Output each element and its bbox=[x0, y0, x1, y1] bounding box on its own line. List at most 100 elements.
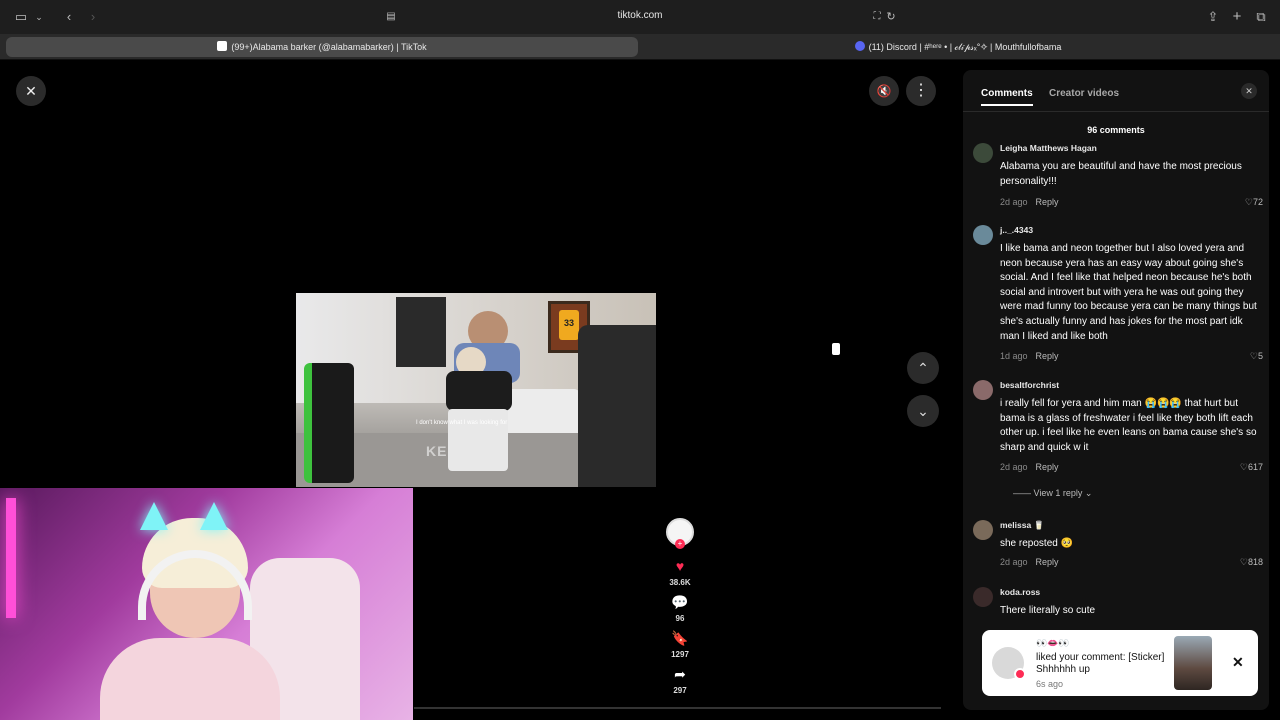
avatar[interactable] bbox=[973, 225, 993, 245]
close-video-button[interactable]: ✕ bbox=[16, 76, 46, 106]
comment-icon[interactable]: 💬 bbox=[664, 594, 696, 611]
tiktok-icon bbox=[217, 41, 228, 51]
url-text: tiktok.com bbox=[617, 10, 663, 21]
comment-username[interactable]: j.._.4343 bbox=[1000, 225, 1033, 235]
comment-like[interactable]: ♡72 bbox=[1245, 197, 1263, 208]
reply-button[interactable]: Reply bbox=[1036, 197, 1059, 207]
heart-outline-icon: ♡ bbox=[1239, 557, 1248, 567]
comment-like-count: 72 bbox=[1252, 197, 1263, 207]
mute-icon[interactable]: 🔇 bbox=[869, 76, 899, 106]
view-replies-label: View 1 reply bbox=[1033, 488, 1083, 498]
tab-overview-icon[interactable]: ⧉ bbox=[1252, 9, 1270, 25]
tab-title: (99+)Alabama barker (@alabamabarker) | T… bbox=[231, 42, 427, 52]
forward-icon[interactable]: › bbox=[84, 9, 102, 25]
chevron-down-icon[interactable]: ⌄ bbox=[30, 9, 48, 25]
notification-toast[interactable]: 👀👄👀 liked your comment: [Sticker] Shhhhh… bbox=[982, 630, 1258, 696]
previous-video-button[interactable]: ⌃ bbox=[907, 352, 939, 384]
sidebar-toggle-icon[interactable]: ▭ bbox=[12, 9, 30, 25]
person-two-body bbox=[446, 371, 512, 411]
new-tab-icon[interactable]: + bbox=[1228, 9, 1246, 25]
close-icon[interactable]: ✕ bbox=[1232, 654, 1244, 671]
heart-outline-icon: ♡ bbox=[1244, 197, 1253, 207]
comment-time: 1d ago bbox=[1000, 351, 1028, 361]
reply-button[interactable]: Reply bbox=[1036, 351, 1059, 361]
jersey-number: 33 bbox=[563, 318, 574, 328]
follow-plus-icon[interactable]: + bbox=[675, 539, 685, 549]
bookmark-icon[interactable]: 🔖 bbox=[664, 630, 696, 647]
comment-username[interactable]: besaltforchrist bbox=[1000, 380, 1059, 390]
comment-text: There literally so cute bbox=[1000, 605, 1096, 616]
comment-meta: 2d ago Reply bbox=[1000, 197, 1059, 207]
comment-username[interactable]: melissa 🥛 bbox=[1000, 520, 1044, 531]
notification-text: liked your comment: [Sticker] Shhhhhh up bbox=[1036, 652, 1165, 675]
close-panel-button[interactable]: ✕ bbox=[1241, 83, 1257, 99]
like-count: 38.6K bbox=[669, 578, 691, 587]
gaming-chair bbox=[304, 363, 354, 483]
comment-meta: 1d ago Reply bbox=[1000, 351, 1059, 361]
comment-username[interactable]: koda.ross bbox=[1000, 587, 1040, 597]
comment-count-heading: 96 comments bbox=[1087, 125, 1145, 135]
neon-light bbox=[6, 498, 16, 618]
notification-thumbnail bbox=[1174, 636, 1212, 690]
webcam-overlay bbox=[0, 488, 413, 720]
comment-like[interactable]: ♡818 bbox=[1240, 557, 1263, 568]
comment-meta: 2d ago Reply bbox=[1000, 462, 1059, 472]
mouse-cursor bbox=[832, 343, 840, 355]
tab-tiktok[interactable]: (99+)Alabama barker (@alabamabarker) | T… bbox=[6, 37, 638, 57]
tab-comments[interactable]: Comments bbox=[981, 88, 1033, 106]
next-video-button[interactable]: ⌄ bbox=[907, 395, 939, 427]
cat-ear-left bbox=[140, 502, 168, 530]
avatar[interactable] bbox=[973, 380, 993, 400]
comment-text: i really fell for yera and him man 😭😭😭 t… bbox=[1000, 398, 1257, 453]
notification-user-emoji: 👀👄👀 bbox=[1036, 638, 1070, 648]
tab-discord[interactable]: (11) Discord | #ʰᵉʳᵉ • | 𝒸𝓁𝒾𝓅𝓈ₓ°✧ | Mout… bbox=[642, 37, 1274, 57]
comment-time: 2d ago bbox=[1000, 197, 1028, 207]
address-bar[interactable]: ▤ tiktok.com ⛶ ↻ bbox=[380, 6, 900, 28]
video-shelf bbox=[396, 297, 446, 367]
video-caption: I don't know what I was looking for bbox=[416, 420, 508, 426]
avatar[interactable] bbox=[973, 143, 993, 163]
comment-meta: 2d ago Reply bbox=[1000, 557, 1059, 567]
reply-button[interactable]: Reply bbox=[1036, 557, 1059, 567]
cat-ear-right bbox=[200, 502, 228, 530]
more-options-icon[interactable]: ⋮ bbox=[906, 76, 936, 106]
comment-time: 2d ago bbox=[1000, 557, 1028, 567]
comment-like[interactable]: ♡617 bbox=[1240, 462, 1263, 473]
comment-time: 2d ago bbox=[1000, 462, 1028, 472]
gaming-chair-right bbox=[578, 325, 656, 487]
comment-like-count: 617 bbox=[1247, 462, 1263, 472]
discord-icon bbox=[854, 41, 865, 51]
heart-outline-icon: ♡ bbox=[1239, 462, 1248, 472]
back-icon[interactable]: ‹ bbox=[60, 9, 78, 25]
comment-like-count: 818 bbox=[1247, 557, 1263, 567]
comment-username[interactable]: Leigha Matthews Hagan bbox=[1000, 143, 1097, 153]
comment-count: 96 bbox=[675, 614, 685, 623]
view-replies-button[interactable]: —— View 1 reply ⌄ bbox=[1013, 488, 1092, 499]
heart-icon[interactable]: ♥ bbox=[664, 558, 696, 574]
comment-text: Alabama you are beautiful and have the m… bbox=[1000, 161, 1242, 187]
tab-creator-videos[interactable]: Creator videos bbox=[1049, 88, 1119, 99]
chevron-down-icon: ⌄ bbox=[1084, 488, 1093, 498]
reply-button[interactable]: Reply bbox=[1036, 462, 1059, 472]
jersey: 33 bbox=[559, 310, 579, 340]
video-player[interactable]: 33 KEEP OFF I don't know what I was look… bbox=[296, 293, 656, 487]
comment-text: I like bama and neon together but I also… bbox=[1000, 243, 1257, 342]
reload-icon[interactable]: ↻ bbox=[882, 9, 900, 25]
comment-like[interactable]: ♡5 bbox=[1250, 351, 1263, 362]
video-progress-bar[interactable] bbox=[414, 707, 941, 709]
avatar[interactable] bbox=[973, 520, 993, 540]
save-count: 1297 bbox=[671, 650, 689, 659]
streamer-body bbox=[100, 638, 280, 720]
share-arrow-icon[interactable]: ➦ bbox=[664, 666, 696, 683]
tab-bar: (99+)Alabama barker (@alabamabarker) | T… bbox=[0, 34, 1280, 60]
avatar[interactable] bbox=[973, 587, 993, 607]
share-icon[interactable]: ⇪ bbox=[1204, 9, 1222, 25]
heart-outline-icon: ♡ bbox=[1249, 351, 1258, 361]
person-two-legs bbox=[448, 409, 508, 471]
tab-title: (11) Discord | #ʰᵉʳᵉ • | 𝒸𝓁𝒾𝓅𝓈ₓ°✧ | Mout… bbox=[868, 42, 1062, 52]
browser-toolbar: ▭ ⌄ ‹ › ▤ tiktok.com ⛶ ↻ ⇪ + ⧉ bbox=[0, 0, 1280, 34]
comments-panel: Comments Creator videos ✕ 96 comments Le… bbox=[963, 70, 1269, 710]
notification-time: 6s ago bbox=[1036, 679, 1064, 689]
comment-like-count: 5 bbox=[1257, 351, 1263, 361]
panel-tabs: Comments Creator videos ✕ bbox=[963, 70, 1269, 112]
